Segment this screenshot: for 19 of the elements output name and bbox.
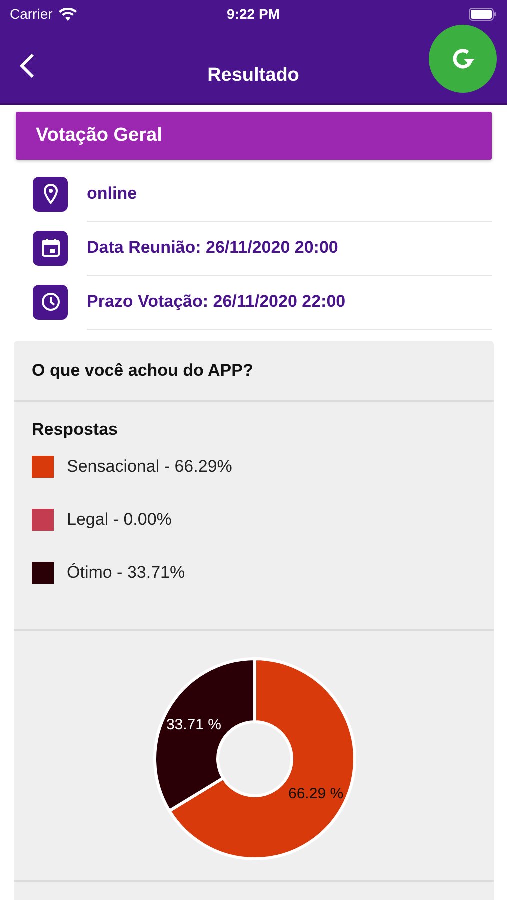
- battery-icon: [469, 8, 497, 20]
- answers-heading: Respostas: [32, 420, 118, 439]
- detail-text: Prazo Votação: 26/11/2020 22:00: [87, 292, 346, 312]
- detail-text: Data Reunião: 26/11/2020 20:00: [87, 238, 338, 258]
- slice-value-label: 66.29 %: [288, 785, 344, 802]
- screen-title: Resultado: [208, 65, 300, 86]
- carrier-name: Carrier: [10, 6, 53, 22]
- question-title: O que você achou do APP?: [32, 360, 254, 380]
- detail-text: online: [87, 184, 138, 204]
- section-title: Votação Geral: [36, 125, 162, 147]
- legend-label: Legal - 0.00%: [67, 510, 172, 530]
- location-pin-icon: [33, 176, 68, 212]
- calendar-icon: [33, 230, 68, 266]
- slice-value-label: 33.71 %: [166, 716, 222, 734]
- clock-time: 9:22 PM: [227, 6, 280, 22]
- wifi-icon: [58, 8, 77, 20]
- clock-icon: [33, 284, 68, 320]
- legend-label: Sensacional - 66.29%: [67, 456, 232, 476]
- legend-label: Ótimo - 33.71%: [67, 562, 186, 582]
